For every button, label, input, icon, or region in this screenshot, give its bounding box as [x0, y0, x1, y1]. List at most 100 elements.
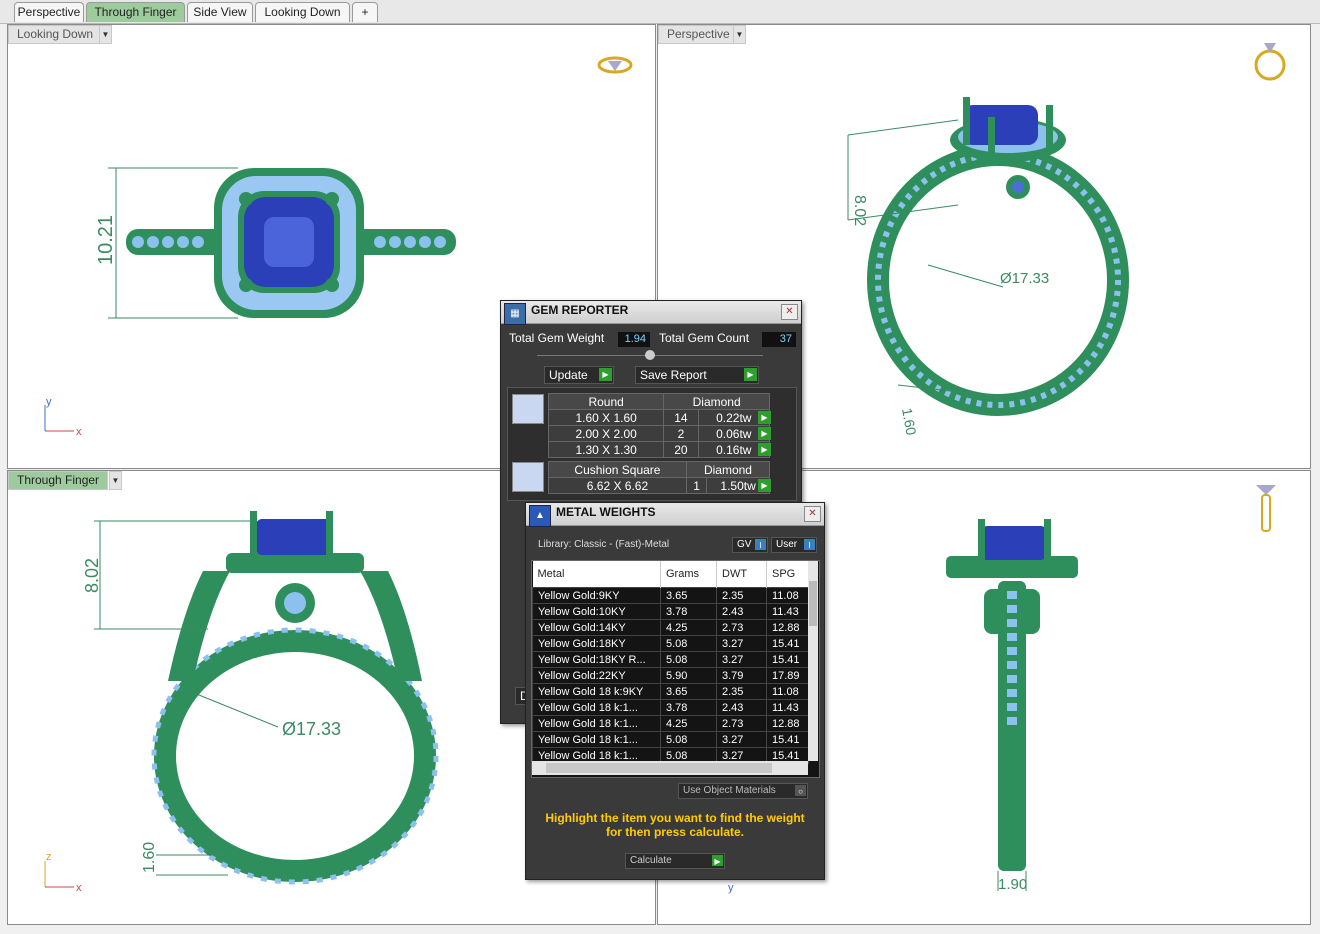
select-gem-button[interactable]: ▶ — [758, 427, 771, 440]
gem-row[interactable]: 6.62 X 6.62 1 1.50tw — [549, 478, 770, 494]
panel-title: GEM REPORTER — [531, 303, 628, 317]
tab-side-view[interactable]: Side View — [187, 2, 253, 22]
close-button[interactable]: ✕ — [781, 304, 798, 320]
horizontal-scrollbar[interactable] — [532, 761, 808, 775]
dimension-diameter: Ø17.33 — [1000, 270, 1049, 287]
vertical-scrollbar[interactable] — [808, 561, 818, 761]
total-gem-count-label: Total Gem Count — [659, 331, 749, 345]
toggle-icon: ○ — [795, 785, 806, 796]
metal-name: Yellow Gold 18 k:9KY — [533, 684, 661, 700]
dimension-band: 1.60 — [141, 842, 158, 873]
table-row[interactable]: Yellow Gold 18 k:1...4.252.7312.88 — [533, 716, 809, 732]
use-object-materials-toggle[interactable]: Use Object Materials○ — [678, 783, 808, 799]
scrollbar-thumb[interactable] — [546, 763, 772, 773]
gem-row[interactable]: 1.30 X 1.30 20 0.16tw — [549, 442, 770, 458]
metal-weights-titlebar[interactable]: ▲ METAL WEIGHTS ✕ — [526, 503, 824, 526]
metal-name: Yellow Gold 18 k:1... — [533, 716, 661, 732]
user-toggle[interactable]: User I — [771, 537, 817, 553]
save-report-button-label: Save Report — [640, 368, 707, 382]
dwt-value: 2.43 — [717, 700, 767, 716]
user-label: User — [776, 539, 797, 550]
gem-reporter-titlebar[interactable]: ▦ GEM REPORTER ✕ — [501, 301, 801, 324]
table-row[interactable]: Yellow Gold 18 k:1...5.083.2715.41 — [533, 732, 809, 748]
halo-setting — [226, 553, 364, 573]
select-gem-button[interactable]: ▶ — [758, 443, 771, 456]
metal-name: Yellow Gold 18 k:1... — [533, 732, 661, 748]
gem-size: 1.30 X 1.30 — [549, 442, 664, 458]
calculate-button[interactable]: Calculate▶ — [625, 853, 725, 869]
metal-name: Yellow Gold:22KY — [533, 668, 661, 684]
spg-value: 12.88 — [767, 716, 809, 732]
metal-weights-icon: ▲ — [529, 505, 551, 527]
gem-list: Round Diamond 1.60 X 1.60 14 0.22tw 2.00… — [507, 387, 797, 501]
grams-value: 3.78 — [661, 700, 717, 716]
gem-size: 1.60 X 1.60 — [549, 410, 664, 426]
calculate-hint: Highlight the item you want to find the … — [540, 811, 810, 839]
select-gem-button[interactable]: ▶ — [758, 479, 771, 492]
total-gem-weight-value: 1.94 — [618, 332, 650, 347]
close-button[interactable]: ✕ — [804, 506, 821, 522]
table-row[interactable]: Yellow Gold:9KY3.652.3511.08 — [533, 588, 809, 604]
metal-name: Yellow Gold:10KY — [533, 604, 661, 620]
round-diamond-group: Round Diamond 1.60 X 1.60 14 0.22tw 2.00… — [548, 393, 770, 458]
gem-reporter-icon: ▦ — [504, 303, 526, 325]
tab-looking-down[interactable]: Looking Down — [255, 2, 350, 22]
metal-name: Yellow Gold:18KY — [533, 636, 661, 652]
total-gem-count-value: 37 — [762, 332, 796, 347]
gem-material-header: Diamond — [664, 394, 770, 410]
cushion-gem — [256, 519, 332, 555]
gem-size: 2.00 X 2.00 — [549, 426, 664, 442]
gv-label: GV — [737, 539, 751, 550]
tab-perspective[interactable]: Perspective — [14, 2, 84, 22]
spg-value: 15.41 — [767, 732, 809, 748]
table-row[interactable]: Yellow Gold:10KY3.782.4311.43 — [533, 604, 809, 620]
add-tab-button[interactable]: + — [352, 2, 378, 22]
grams-value: 4.25 — [661, 716, 717, 732]
dimension-height: 10.21 — [95, 215, 117, 265]
toggle-icon: I — [804, 539, 815, 550]
dimension-diameter: Ø17.33 — [282, 719, 341, 739]
metal-table: Metal Grams DWT SPG Yellow Gold:9KY3.652… — [532, 561, 809, 764]
update-button[interactable]: Update▶ — [544, 366, 614, 384]
cushion-gem — [982, 526, 1046, 560]
gv-toggle[interactable]: GVI — [732, 537, 768, 553]
grams-value: 3.65 — [661, 684, 717, 700]
table-row[interactable]: Yellow Gold:18KY R...5.083.2715.41 — [533, 652, 809, 668]
column-header-spg[interactable]: SPG — [767, 561, 809, 588]
metal-name: Yellow Gold 18 k:1... — [533, 700, 661, 716]
table-row[interactable]: Yellow Gold 18 k:1...3.782.4311.43 — [533, 700, 809, 716]
axis-y-label: y — [46, 396, 52, 408]
spg-value: 11.43 — [767, 604, 809, 620]
dimension-band: 1.60 — [899, 407, 920, 437]
dwt-value: 2.43 — [717, 604, 767, 620]
dimension-height: 8.02 — [851, 195, 868, 226]
gem-count: 2 — [664, 426, 698, 442]
dwt-value: 3.27 — [717, 652, 767, 668]
spg-value: 11.08 — [767, 684, 809, 700]
table-row[interactable]: Yellow Gold:22KY5.903.7917.89 — [533, 668, 809, 684]
column-header-grams[interactable]: Grams — [661, 561, 717, 588]
dimension-height: 8.02 — [82, 558, 102, 593]
gem-row[interactable]: 2.00 X 2.00 2 0.06tw — [549, 426, 770, 442]
cushion-gem-icon — [512, 462, 544, 492]
table-row[interactable]: Yellow Gold:14KY4.252.7312.88 — [533, 620, 809, 636]
scrollbar-thumb[interactable] — [809, 581, 817, 626]
table-row[interactable]: Yellow Gold 18 k:9KY3.652.3511.08 — [533, 684, 809, 700]
gem-row[interactable]: 1.60 X 1.60 14 0.22tw — [549, 410, 770, 426]
splitter-handle[interactable] — [645, 350, 655, 360]
calculate-button-label: Calculate — [630, 855, 672, 866]
column-header-metal[interactable]: Metal — [533, 561, 661, 588]
cushion-gem — [963, 105, 1038, 145]
grams-value: 5.08 — [661, 636, 717, 652]
grams-value: 5.08 — [661, 652, 717, 668]
ring-orientation-icon — [1256, 51, 1284, 79]
save-report-button[interactable]: Save Report▶ — [635, 366, 759, 384]
metal-table-container[interactable]: Metal Grams DWT SPG Yellow Gold:9KY3.652… — [531, 560, 820, 778]
select-gem-button[interactable]: ▶ — [758, 411, 771, 424]
tab-through-finger[interactable]: Through Finger — [86, 2, 185, 22]
gem-count: 1 — [686, 478, 706, 494]
column-header-dwt[interactable]: DWT — [717, 561, 767, 588]
gem-shape-header: Round — [549, 394, 664, 410]
table-row[interactable]: Yellow Gold:18KY5.083.2715.41 — [533, 636, 809, 652]
grams-value: 3.65 — [661, 588, 717, 604]
